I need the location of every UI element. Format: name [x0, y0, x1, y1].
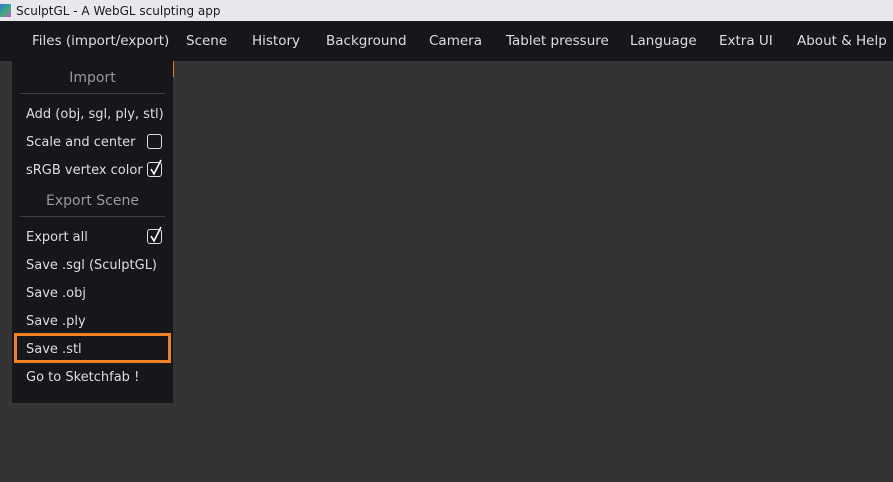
scale-center-label: Scale and center: [26, 135, 136, 150]
menu-about-help[interactable]: About & Help: [797, 21, 887, 61]
export-all-label: Export all: [26, 230, 88, 245]
viewport-edge-marker: [173, 61, 174, 77]
checkmark-icon: [150, 226, 162, 243]
menu-extra-ui[interactable]: Extra UI: [719, 21, 773, 61]
menu-tablet-pressure[interactable]: Tablet pressure: [506, 21, 609, 61]
menu-history[interactable]: History: [252, 21, 300, 61]
export-section-title: Export Scene: [46, 193, 139, 209]
import-section-title: Import: [69, 70, 116, 86]
menu-files[interactable]: Files (import/export): [32, 21, 169, 61]
save-sgl-item[interactable]: Save .sgl (SculptGL): [26, 258, 157, 273]
save-obj-item[interactable]: Save .obj: [26, 286, 86, 301]
srgb-vertex-color-label: sRGB vertex color: [26, 163, 143, 178]
window-titlebar: SculptGL - A WebGL sculpting app: [0, 0, 893, 21]
sculptgl-app-icon: [0, 4, 11, 17]
save-ply-item[interactable]: Save .ply: [26, 314, 86, 329]
menu-language[interactable]: Language: [630, 21, 697, 61]
export-divider: [20, 216, 165, 217]
main-menubar: Files (import/export) Scene History Back…: [0, 21, 893, 61]
menu-scene[interactable]: Scene: [186, 21, 227, 61]
menu-background[interactable]: Background: [326, 21, 407, 61]
checkmark-icon: [150, 159, 162, 176]
srgb-vertex-color-checkbox[interactable]: [147, 159, 162, 177]
menu-camera[interactable]: Camera: [429, 21, 482, 61]
scale-center-checkbox[interactable]: [147, 134, 162, 149]
files-dropdown-menu: Import Add (obj, sgl, ply, stl) Scale an…: [12, 61, 173, 403]
save-stl-item[interactable]: Save .stl: [26, 342, 82, 357]
add-mesh-item[interactable]: Add (obj, sgl, ply, stl): [26, 107, 164, 122]
sketchfab-item[interactable]: Go to Sketchfab !: [26, 370, 139, 385]
export-all-checkbox[interactable]: [147, 226, 162, 244]
window-title: SculptGL - A WebGL sculpting app: [16, 3, 221, 18]
import-divider: [20, 93, 165, 94]
